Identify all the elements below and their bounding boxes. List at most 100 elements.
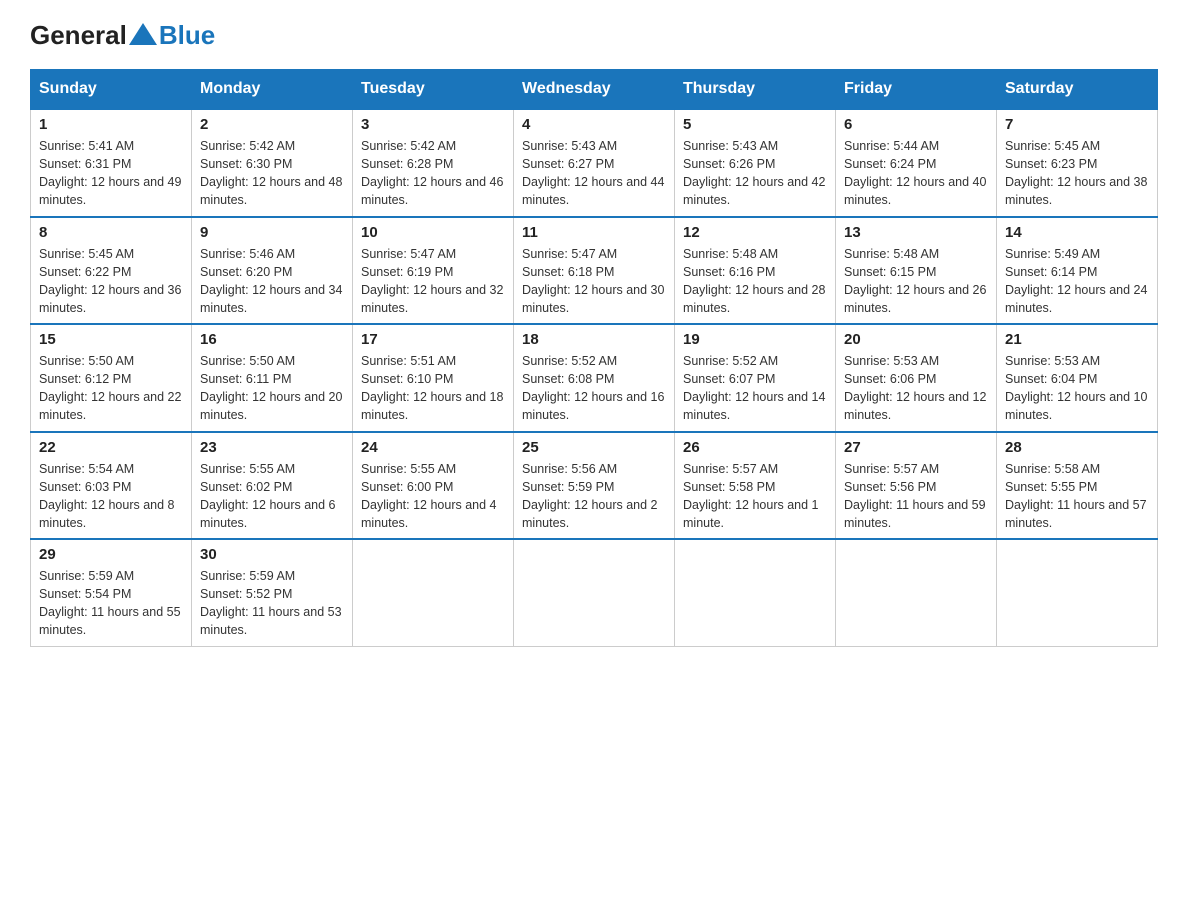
week-row-4: 22 Sunrise: 5:54 AMSunset: 6:03 PMDayligh… [31,432,1158,540]
day-info: Sunrise: 5:53 AMSunset: 6:04 PMDaylight:… [1005,352,1149,425]
day-number: 11 [522,224,666,241]
calendar-cell: 30 Sunrise: 5:59 AMSunset: 5:52 PMDayligh… [192,539,353,646]
calendar-cell [997,539,1158,646]
day-number: 17 [361,331,505,348]
weekday-header-sunday: Sunday [31,70,192,110]
day-number: 29 [39,546,183,563]
day-number: 12 [683,224,827,241]
day-info: Sunrise: 5:54 AMSunset: 6:03 PMDaylight:… [39,460,183,533]
day-info: Sunrise: 5:57 AMSunset: 5:56 PMDaylight:… [844,460,988,533]
calendar-cell: 4 Sunrise: 5:43 AMSunset: 6:27 PMDaylight… [514,109,675,217]
weekday-header-tuesday: Tuesday [353,70,514,110]
day-info: Sunrise: 5:42 AMSunset: 6:28 PMDaylight:… [361,137,505,210]
day-info: Sunrise: 5:49 AMSunset: 6:14 PMDaylight:… [1005,245,1149,318]
calendar-cell: 11 Sunrise: 5:47 AMSunset: 6:18 PMDayligh… [514,217,675,325]
weekday-header-wednesday: Wednesday [514,70,675,110]
calendar-cell: 9 Sunrise: 5:46 AMSunset: 6:20 PMDaylight… [192,217,353,325]
week-row-2: 8 Sunrise: 5:45 AMSunset: 6:22 PMDaylight… [31,217,1158,325]
day-number: 27 [844,439,988,456]
day-info: Sunrise: 5:43 AMSunset: 6:27 PMDaylight:… [522,137,666,210]
day-info: Sunrise: 5:50 AMSunset: 6:11 PMDaylight:… [200,352,344,425]
calendar-cell: 27 Sunrise: 5:57 AMSunset: 5:56 PMDayligh… [836,432,997,540]
calendar-table: SundayMondayTuesdayWednesdayThursdayFrid… [30,69,1158,647]
day-number: 15 [39,331,183,348]
day-info: Sunrise: 5:52 AMSunset: 6:08 PMDaylight:… [522,352,666,425]
calendar-cell: 1 Sunrise: 5:41 AMSunset: 6:31 PMDaylight… [31,109,192,217]
day-number: 10 [361,224,505,241]
day-info: Sunrise: 5:47 AMSunset: 6:18 PMDaylight:… [522,245,666,318]
day-info: Sunrise: 5:55 AMSunset: 6:00 PMDaylight:… [361,460,505,533]
calendar-cell: 24 Sunrise: 5:55 AMSunset: 6:00 PMDayligh… [353,432,514,540]
weekday-header-monday: Monday [192,70,353,110]
calendar-cell: 6Sunrise: 5:44 AMSunset: 6:24 PMDaylight… [836,109,997,217]
calendar-cell: 7 Sunrise: 5:45 AMSunset: 6:23 PMDaylight… [997,109,1158,217]
calendar-cell: 23 Sunrise: 5:55 AMSunset: 6:02 PMDayligh… [192,432,353,540]
day-info: Sunrise: 5:50 AMSunset: 6:12 PMDaylight:… [39,352,183,425]
calendar-cell: 26Sunrise: 5:57 AMSunset: 5:58 PMDayligh… [675,432,836,540]
day-number: 4 [522,116,666,133]
day-info: Sunrise: 5:42 AMSunset: 6:30 PMDaylight:… [200,137,344,210]
weekday-header-saturday: Saturday [997,70,1158,110]
calendar-cell: 8 Sunrise: 5:45 AMSunset: 6:22 PMDaylight… [31,217,192,325]
week-row-3: 15 Sunrise: 5:50 AMSunset: 6:12 PMDayligh… [31,324,1158,432]
logo-blue-text: Blue [159,20,215,51]
day-info: Sunrise: 5:55 AMSunset: 6:02 PMDaylight:… [200,460,344,533]
day-info: Sunrise: 5:47 AMSunset: 6:19 PMDaylight:… [361,245,505,318]
calendar-cell [514,539,675,646]
day-number: 8 [39,224,183,241]
calendar-cell: 13 Sunrise: 5:48 AMSunset: 6:15 PMDayligh… [836,217,997,325]
day-info: Sunrise: 5:48 AMSunset: 6:15 PMDaylight:… [844,245,988,318]
day-number: 16 [200,331,344,348]
day-number: 22 [39,439,183,456]
calendar-cell: 25Sunrise: 5:56 AMSunset: 5:59 PMDayligh… [514,432,675,540]
day-number: 5 [683,116,827,133]
day-info: Sunrise: 5:48 AMSunset: 6:16 PMDaylight:… [683,245,827,318]
day-number: 30 [200,546,344,563]
calendar-cell: 3 Sunrise: 5:42 AMSunset: 6:28 PMDaylight… [353,109,514,217]
day-number: 28 [1005,439,1149,456]
day-number: 6 [844,116,988,133]
day-info: Sunrise: 5:41 AMSunset: 6:31 PMDaylight:… [39,137,183,210]
calendar-cell: 16 Sunrise: 5:50 AMSunset: 6:11 PMDayligh… [192,324,353,432]
day-info: Sunrise: 5:57 AMSunset: 5:58 PMDaylight:… [683,460,827,533]
day-number: 7 [1005,116,1149,133]
day-number: 19 [683,331,827,348]
logo-general-text: General [30,20,127,51]
calendar-cell: 28 Sunrise: 5:58 AMSunset: 5:55 PMDayligh… [997,432,1158,540]
day-number: 13 [844,224,988,241]
day-info: Sunrise: 5:45 AMSunset: 6:22 PMDaylight:… [39,245,183,318]
day-number: 24 [361,439,505,456]
day-info: Sunrise: 5:53 AMSunset: 6:06 PMDaylight:… [844,352,988,425]
weekday-header-thursday: Thursday [675,70,836,110]
day-info: Sunrise: 5:51 AMSunset: 6:10 PMDaylight:… [361,352,505,425]
calendar-cell: 21 Sunrise: 5:53 AMSunset: 6:04 PMDayligh… [997,324,1158,432]
calendar-cell: 5 Sunrise: 5:43 AMSunset: 6:26 PMDaylight… [675,109,836,217]
page-header: General Blue [30,20,1158,51]
calendar-cell: 12 Sunrise: 5:48 AMSunset: 6:16 PMDayligh… [675,217,836,325]
day-info: Sunrise: 5:46 AMSunset: 6:20 PMDaylight:… [200,245,344,318]
day-info: Sunrise: 5:58 AMSunset: 5:55 PMDaylight:… [1005,460,1149,533]
day-number: 21 [1005,331,1149,348]
day-info: Sunrise: 5:59 AMSunset: 5:54 PMDaylight:… [39,567,183,640]
day-info: Sunrise: 5:59 AMSunset: 5:52 PMDaylight:… [200,567,344,640]
day-info: Sunrise: 5:43 AMSunset: 6:26 PMDaylight:… [683,137,827,210]
day-info: Sunrise: 5:56 AMSunset: 5:59 PMDaylight:… [522,460,666,533]
day-info: Sunrise: 5:52 AMSunset: 6:07 PMDaylight:… [683,352,827,425]
day-number: 3 [361,116,505,133]
day-number: 23 [200,439,344,456]
calendar-cell: 18Sunrise: 5:52 AMSunset: 6:08 PMDayligh… [514,324,675,432]
calendar-cell: 17 Sunrise: 5:51 AMSunset: 6:10 PMDayligh… [353,324,514,432]
day-number: 20 [844,331,988,348]
weekday-header-friday: Friday [836,70,997,110]
calendar-cell [836,539,997,646]
calendar-cell: 22 Sunrise: 5:54 AMSunset: 6:03 PMDayligh… [31,432,192,540]
logo-triangle-icon [129,23,157,45]
day-number: 9 [200,224,344,241]
calendar-cell: 15 Sunrise: 5:50 AMSunset: 6:12 PMDayligh… [31,324,192,432]
calendar-cell: 19 Sunrise: 5:52 AMSunset: 6:07 PMDayligh… [675,324,836,432]
day-number: 1 [39,116,183,133]
day-number: 14 [1005,224,1149,241]
calendar-cell: 29 Sunrise: 5:59 AMSunset: 5:54 PMDayligh… [31,539,192,646]
calendar-cell [675,539,836,646]
day-info: Sunrise: 5:45 AMSunset: 6:23 PMDaylight:… [1005,137,1149,210]
